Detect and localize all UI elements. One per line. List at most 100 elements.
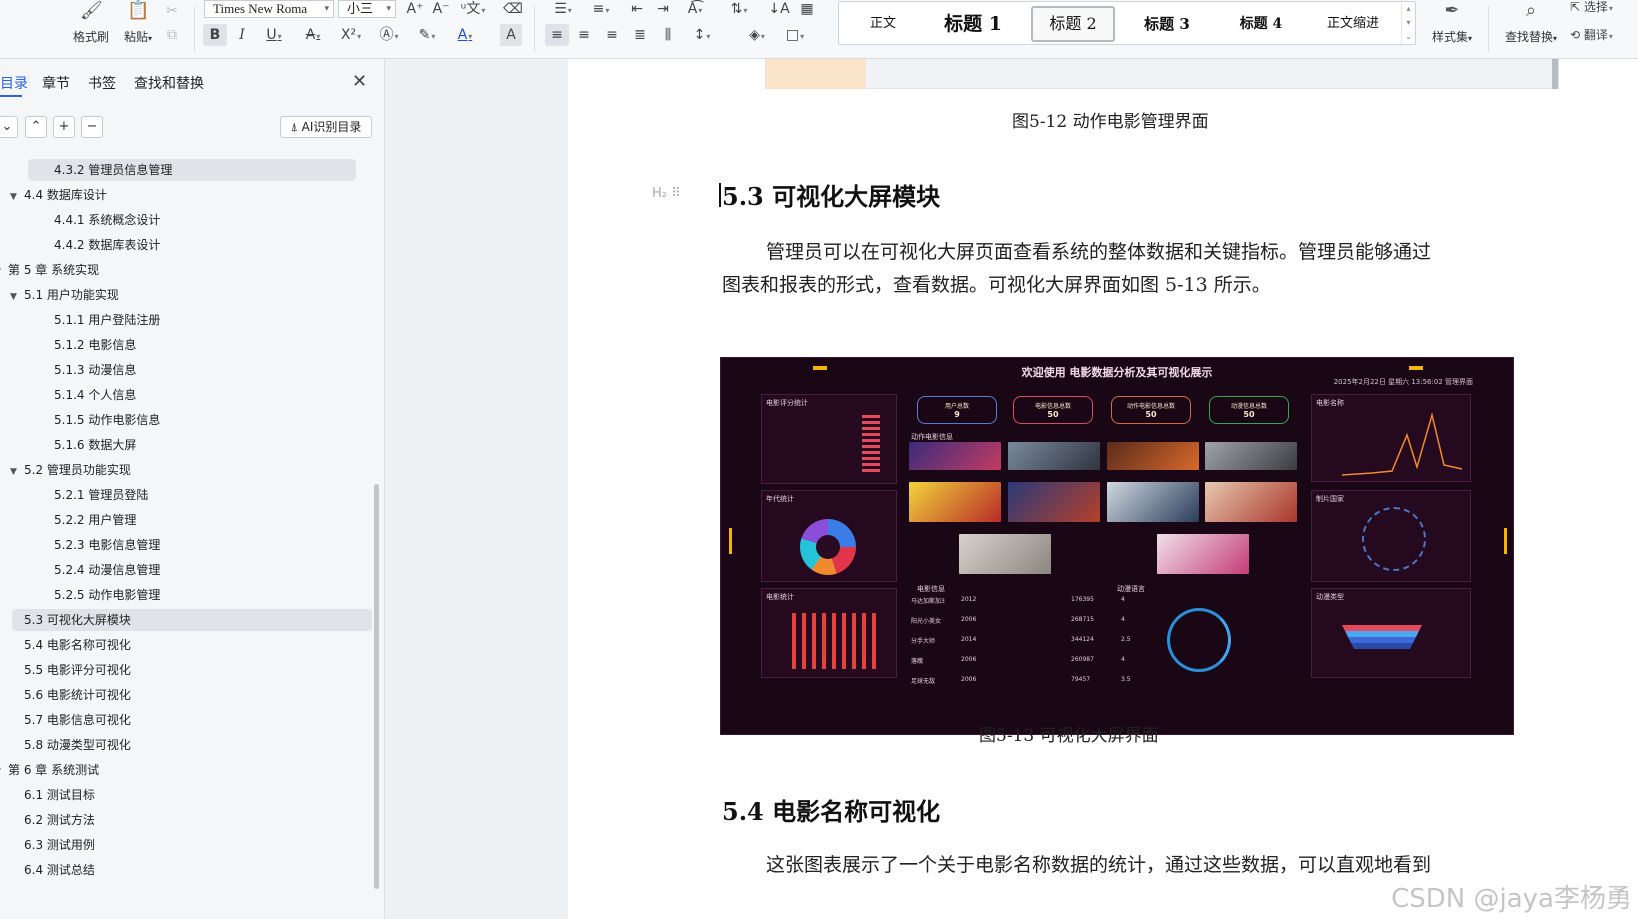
phonetic-icon[interactable]: ᵘ文▾	[458, 0, 488, 20]
format-painter-button[interactable]: 🖌 格式刷	[70, 0, 112, 58]
heading-level-marker[interactable]: H₂ ⠿	[652, 186, 681, 201]
toc-item[interactable]: ▼ 4.4 数据库设计	[10, 184, 107, 206]
document-page[interactable]: 图5-12 动作电影管理界面 H₂ ⠿ 5.3 可视化大屏模块 管理员可以在可视…	[568, 59, 1638, 919]
expand-toggle-icon[interactable]: ▼	[0, 761, 8, 783]
toc-item[interactable]: 6.1 测试目标	[24, 784, 95, 806]
grow-font-icon[interactable]: A⁺	[404, 0, 426, 20]
toc-item[interactable]: 5.1.1 用户登陆注册	[54, 309, 160, 331]
superscript-button[interactable]: X²▾	[336, 24, 366, 46]
select-button[interactable]: ⇱ 选择▾	[1570, 0, 1636, 18]
toc-item[interactable]: 4.4.2 数据库表设计	[54, 234, 160, 256]
ai-toc-button[interactable]: ⍋ AI识别目录	[280, 116, 372, 138]
toc-item[interactable]: 5.2.2 用户管理	[54, 509, 136, 531]
line-spacing-button[interactable]: ↕▾	[687, 24, 717, 46]
style-normal[interactable]: 正文	[857, 6, 909, 42]
bold-button[interactable]: B	[203, 24, 227, 46]
strikethrough-button[interactable]: A▾	[298, 24, 328, 46]
toc-item[interactable]: 5.3 可视化大屏模块	[24, 609, 131, 631]
distribute-button[interactable]: ⫼	[657, 24, 679, 46]
toc-item[interactable]: 5.8 动漫类型可视化	[24, 734, 131, 756]
expand-toggle-icon[interactable]: ▼	[10, 461, 24, 483]
style-set-button[interactable]: ✒ 样式集▾	[1424, 0, 1480, 58]
style-heading-3[interactable]: 标题 3	[1125, 6, 1209, 42]
sort-az-icon[interactable]: ↓A	[768, 0, 790, 20]
toc-item[interactable]: 5.2.1 管理员登陆	[54, 484, 148, 506]
tab-find-replace[interactable]: 查找和替换	[134, 73, 204, 93]
clear-format-icon[interactable]: ⌫	[502, 0, 524, 20]
table-cell: 176395	[1071, 596, 1094, 603]
toc-item[interactable]: 5.2.3 电影信息管理	[54, 534, 160, 556]
bullet-list-icon[interactable]: ☰▾	[548, 0, 578, 20]
style-heading-4[interactable]: 标题 4	[1219, 6, 1303, 42]
copy-icon[interactable]: ⧉	[160, 24, 184, 46]
char-shading-button[interactable]: A	[500, 24, 522, 46]
toc-item[interactable]: 5.7 电影信息可视化	[24, 709, 131, 731]
style-heading-2[interactable]: 标题 2	[1031, 6, 1115, 42]
toc-item[interactable]: ▼ 5.1 用户功能实现	[10, 284, 119, 306]
cut-icon[interactable]: ✂	[160, 0, 184, 22]
toc-item[interactable]: 5.2.5 动作电影管理	[54, 584, 160, 606]
increase-indent-icon[interactable]: ⇥	[652, 0, 674, 20]
sort-icon[interactable]: ⇅▾	[724, 0, 754, 20]
toc-item[interactable]: 6.2 测试方法	[24, 809, 95, 831]
toc-item[interactable]: 5.1.5 动作电影信息	[54, 409, 160, 431]
add-heading-button[interactable]: +	[53, 116, 75, 138]
translate-button[interactable]: ⟲ 翻译▾	[1570, 24, 1636, 46]
move-up-button[interactable]: ⌃	[25, 116, 47, 138]
poster	[1107, 482, 1199, 522]
poster	[1008, 482, 1100, 522]
table-icon[interactable]: ▦	[796, 0, 818, 20]
tab-toc[interactable]: 目录	[0, 73, 28, 93]
align-right-button[interactable]: ≡	[601, 24, 623, 46]
expand-toggle-icon[interactable]: ▼	[0, 261, 8, 283]
align-left-button[interactable]: ≡	[545, 24, 569, 46]
justify-button[interactable]: ≣	[629, 24, 651, 46]
toc-item[interactable]: 6.4 测试总结	[24, 859, 95, 881]
toc-item[interactable]: 5.1.6 数据大屏	[54, 434, 136, 456]
font-name-select[interactable]: Times New Roma ▾	[204, 0, 334, 18]
italic-button[interactable]: I	[231, 24, 253, 46]
highlight-button[interactable]: ✎▾	[412, 24, 442, 46]
expand-toggle-icon[interactable]: ▼	[10, 186, 24, 208]
expand-toggle-icon[interactable]: ▼	[10, 286, 24, 308]
toc-item[interactable]: 5.2.4 动漫信息管理	[54, 559, 160, 581]
collapse-all-button[interactable]: ⌄	[0, 116, 18, 138]
font-size-select[interactable]: 小三 ▾	[338, 0, 396, 18]
shading-button[interactable]: ◈▾	[742, 24, 772, 46]
figure-caption-5-13: 图5-13 可视化大屏界面	[979, 726, 1159, 746]
poster	[1205, 482, 1297, 522]
toc-item[interactable]: ▼第 5 章 系统实现	[0, 259, 99, 281]
style-gallery-scroll[interactable]: ▴ ▾ ⌄	[1401, 2, 1415, 44]
style-heading-1[interactable]: 标题 1	[931, 6, 1015, 42]
tab-bookmarks[interactable]: 书签	[88, 73, 116, 93]
numbered-list-icon[interactable]: ≡▾	[586, 0, 616, 20]
text-direction-icon[interactable]: A͡▾	[680, 0, 710, 20]
toc-item[interactable]: 5.6 电影统计可视化	[24, 684, 131, 706]
paste-button[interactable]: 📋 粘贴▾	[118, 0, 158, 58]
shrink-font-icon[interactable]: A⁻	[430, 0, 452, 20]
paragraph-5-3-line-1: 管理员可以在可视化大屏页面查看系统的整体数据和关键指标。管理员能够通过	[766, 241, 1432, 263]
toc-item[interactable]: 4.3.2 管理员信息管理	[54, 159, 172, 181]
toc-item[interactable]: 4.4.1 系统概念设计	[54, 209, 160, 231]
tab-chapters[interactable]: 章节	[42, 73, 70, 93]
toc-scrollbar[interactable]	[374, 484, 379, 889]
style-body-indent[interactable]: 正文缩进	[1313, 6, 1393, 42]
borders-button[interactable]: □▾	[780, 24, 810, 46]
toc-item[interactable]: ▼第 6 章 系统测试	[0, 759, 99, 781]
toc-item[interactable]: 6.3 测试用例	[24, 834, 95, 856]
table-cell: 阳光小美女	[911, 618, 942, 625]
toc-item[interactable]: 5.4 电影名称可视化	[24, 634, 131, 656]
align-center-button[interactable]: ≡	[573, 24, 595, 46]
toc-item[interactable]: ▼ 5.2 管理员功能实现	[10, 459, 131, 481]
toc-item[interactable]: 5.1.4 个人信息	[54, 384, 136, 406]
text-effect-button[interactable]: Ⓐ▾	[374, 24, 404, 46]
underline-button[interactable]: U▾	[259, 24, 289, 46]
find-replace-button[interactable]: ⌕ 查找替换▾	[1500, 0, 1562, 58]
font-color-button[interactable]: A▾	[450, 24, 480, 46]
close-icon[interactable]: ✕	[352, 71, 367, 92]
remove-heading-button[interactable]: −	[81, 116, 103, 138]
toc-item[interactable]: 5.1.2 电影信息	[54, 334, 136, 356]
toc-item[interactable]: 5.5 电影评分可视化	[24, 659, 131, 681]
toc-item[interactable]: 5.1.3 动漫信息	[54, 359, 136, 381]
decrease-indent-icon[interactable]: ⇤	[626, 0, 648, 20]
